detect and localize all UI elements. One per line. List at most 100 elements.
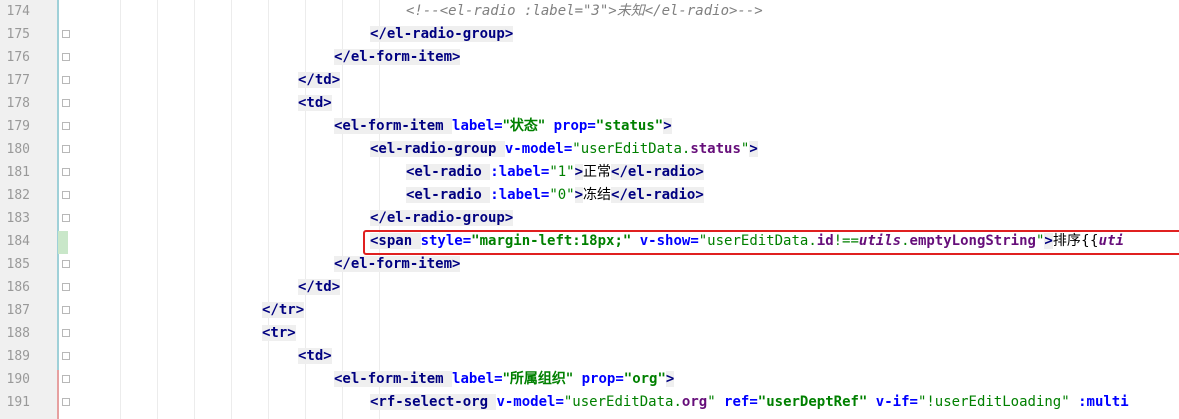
code-line[interactable]: 183 </el-radio-group> [0, 207, 1179, 230]
code-token: <!--<el-radio :label="3"> [406, 3, 617, 19]
code-text: </el-form-item> [334, 253, 461, 276]
code-token: <el-form-item [334, 118, 453, 134]
line-number: 185 [6, 257, 30, 272]
code-token: v-model= [496, 394, 564, 410]
code-token: > [663, 118, 672, 134]
code-token: " [707, 394, 716, 410]
code-text: <rf-select-org v-model="userEditData.org… [370, 391, 1129, 414]
fold-toggle-icon[interactable] [62, 375, 70, 383]
code-token: <rf-select-org [370, 394, 497, 410]
code-token: > [665, 371, 675, 387]
code-token: 正常 [583, 164, 612, 180]
code-token: v-if= [867, 394, 918, 410]
code-line[interactable]: 187 </tr> [0, 299, 1179, 322]
code-token: label= [452, 371, 503, 387]
fold-toggle-icon[interactable] [62, 398, 70, 406]
code-token: label= [452, 118, 503, 134]
fold-toggle-icon[interactable] [62, 260, 70, 268]
code-text: <el-radio :label="1">正常</el-radio> [406, 161, 704, 184]
fold-toggle-icon[interactable] [62, 306, 70, 314]
code-line[interactable]: 181 <el-radio :label="1">正常</el-radio> [0, 161, 1179, 184]
fold-toggle-icon[interactable] [62, 122, 70, 130]
code-token: :label= [490, 187, 550, 203]
code-token: > [749, 141, 758, 157]
code-token: prop= [573, 371, 624, 387]
line-number: 190 [6, 372, 30, 387]
code-line[interactable]: 178 <td> [0, 92, 1179, 115]
code-token: </el-radio> [611, 187, 704, 203]
code-line[interactable]: 191 <rf-select-org v-model="userEditData.… [0, 391, 1179, 414]
code-line[interactable]: 177 </td> [0, 69, 1179, 92]
code-token: <tr> [262, 325, 296, 341]
code-token: :label= [490, 164, 550, 180]
code-token: "状态" [502, 118, 546, 134]
line-number: 189 [6, 349, 30, 364]
code-line[interactable]: 185 </el-form-item> [0, 253, 1179, 276]
code-text: <el-form-item label="状态" prop="status"> [334, 115, 672, 138]
code-token: "1" [549, 164, 575, 180]
code-text: </td> [298, 69, 341, 92]
fold-toggle-icon[interactable] [62, 53, 70, 61]
code-text: <tr> [262, 322, 296, 345]
fold-toggle-icon[interactable] [62, 168, 70, 176]
line-number: 176 [6, 50, 30, 65]
code-token: status [690, 141, 741, 157]
code-token: <el-radio [406, 187, 491, 203]
code-line[interactable]: 190 <el-form-item label="所属组织" prop="org"… [0, 368, 1179, 391]
line-number: 174 [6, 4, 30, 19]
code-token: > [574, 164, 584, 180]
highlight-annotation-box [363, 230, 1179, 255]
code-token: </td> [298, 279, 341, 295]
code-text: <el-form-item label="所属组织" prop="org"> [334, 368, 675, 391]
code-line[interactable]: 180 <el-radio-group v-model="userEditData… [0, 138, 1179, 161]
fold-toggle-icon[interactable] [62, 214, 70, 222]
code-text: <!--<el-radio :label="3">未知</el-radio>--… [406, 0, 763, 23]
fold-toggle-icon[interactable] [62, 191, 70, 199]
code-line[interactable]: 175 </el-radio-group> [0, 23, 1179, 46]
fold-toggle-icon[interactable] [62, 329, 70, 337]
code-token: "userDeptRef" [757, 394, 868, 410]
code-text: <el-radio-group v-model="userEditData.st… [370, 138, 758, 161]
fold-toggle-icon[interactable] [62, 145, 70, 153]
code-text: <el-radio :label="0">冻结</el-radio> [406, 184, 704, 207]
line-number: 188 [6, 326, 30, 341]
code-text: </el-radio-group> [370, 23, 514, 46]
code-token: "0" [549, 187, 575, 203]
code-token: <el-form-item [334, 371, 453, 387]
line-number: 186 [6, 280, 30, 295]
fold-toggle-icon[interactable] [62, 283, 70, 291]
code-token: </el-form-item> [334, 256, 461, 272]
line-number: 177 [6, 73, 30, 88]
line-number: 181 [6, 165, 30, 180]
code-token: :multi [1069, 394, 1129, 410]
line-number: 178 [6, 96, 30, 111]
line-number: 183 [6, 211, 30, 226]
code-token: > [574, 187, 584, 203]
fold-toggle-icon[interactable] [62, 30, 70, 38]
code-token: <td> [298, 348, 332, 364]
code-text: </td> [298, 276, 341, 299]
line-number: 187 [6, 303, 30, 318]
code-line[interactable]: 174 <!--<el-radio :label="3">未知</el-radio… [0, 0, 1179, 23]
code-line[interactable]: 189 <td> [0, 345, 1179, 368]
code-line[interactable]: 186 </td> [0, 276, 1179, 299]
code-line[interactable]: 188 <tr> [0, 322, 1179, 345]
code-line[interactable]: 182 <el-radio :label="0">冻结</el-radio> [0, 184, 1179, 207]
code-token: 冻结 [583, 187, 612, 203]
code-text: </el-form-item> [334, 46, 461, 69]
fold-toggle-icon[interactable] [62, 352, 70, 360]
line-number: 182 [6, 188, 30, 203]
code-token: <el-radio [406, 164, 491, 180]
fold-toggle-icon[interactable] [62, 99, 70, 107]
code-token: v-model= [504, 141, 573, 157]
code-token: "org" [623, 371, 666, 387]
code-token: </el-form-item> [334, 49, 461, 65]
code-token: </tr> [262, 302, 305, 318]
code-token: "status" [595, 118, 664, 134]
code-line[interactable]: 179 <el-form-item label="状态" prop="status… [0, 115, 1179, 138]
fold-toggle-icon[interactable] [62, 76, 70, 84]
code-line[interactable]: 176 </el-form-item> [0, 46, 1179, 69]
code-text: <td> [298, 345, 332, 368]
code-token: </el-radio-group> [370, 26, 514, 42]
line-number: 191 [6, 395, 30, 410]
